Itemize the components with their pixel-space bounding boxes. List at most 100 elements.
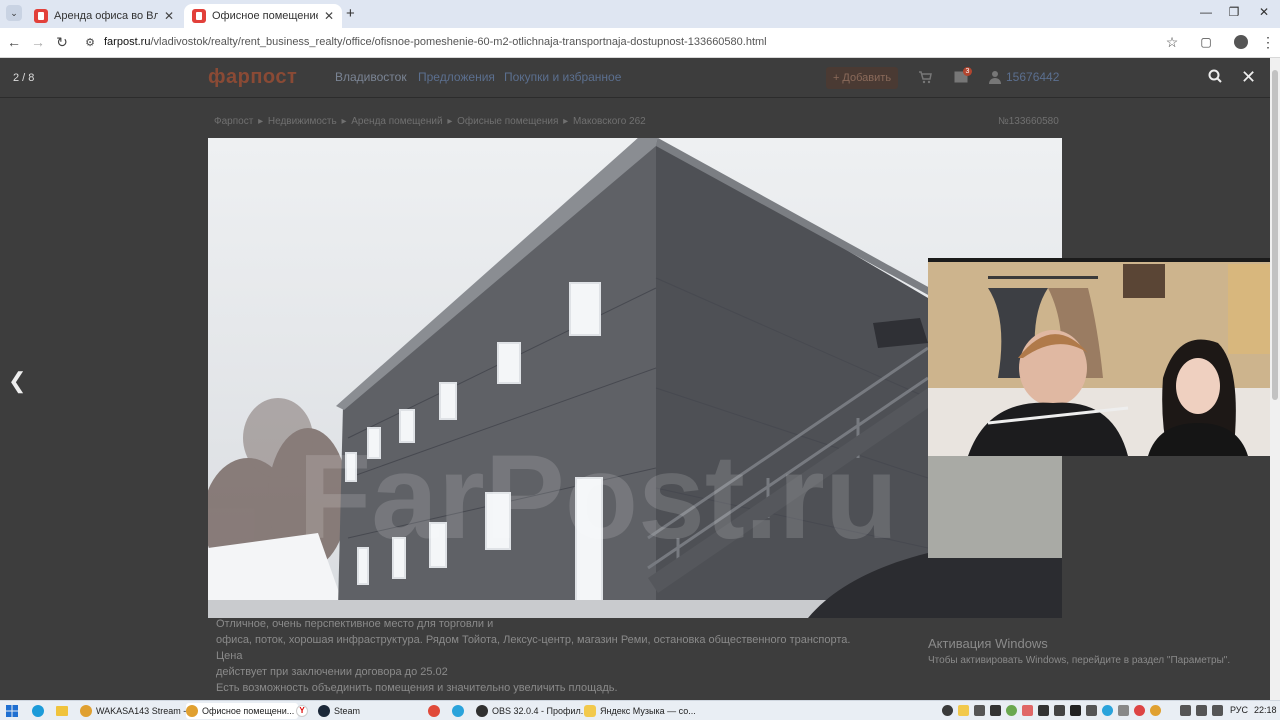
tray-icon-6[interactable] bbox=[1022, 705, 1033, 716]
browser-tab-1[interactable]: Аренда офиса во Владивосто ✕ bbox=[26, 4, 182, 28]
tray-icon-3[interactable] bbox=[974, 705, 985, 716]
forward-icon[interactable]: → bbox=[30, 34, 46, 50]
breadcrumb-item[interactable]: Офисные помещения bbox=[457, 116, 558, 127]
yandex-browser-icon[interactable]: Y bbox=[296, 705, 308, 717]
breadcrumb-separator-icon: ▸ bbox=[255, 116, 266, 127]
new-tab-button[interactable]: + bbox=[346, 5, 355, 22]
taskbar-app-stream[interactable]: WAKASA143 Stream -... bbox=[80, 703, 194, 719]
restore-icon[interactable]: ❐ bbox=[1224, 5, 1244, 19]
tab-title: Аренда офиса во Владивосто bbox=[54, 10, 158, 22]
address-bar-row: ← → ↻ ⚙ farpost.ru/vladivostok/realty/re… bbox=[0, 28, 1280, 58]
url-path: /vladivostok/realty/rent_business_realty… bbox=[150, 36, 767, 48]
taskbar-app-browser-active[interactable]: Офисное помещени... bbox=[186, 703, 299, 719]
close-window-icon[interactable]: ✕ bbox=[1254, 5, 1274, 19]
description-line: офиса, поток, хорошая инфраструктура. Ря… bbox=[216, 634, 851, 662]
taskbar-app-steam[interactable]: Steam bbox=[318, 703, 360, 719]
profile-avatar[interactable] bbox=[1234, 35, 1248, 49]
activation-title: Активация Windows bbox=[928, 636, 1048, 651]
steam-icon bbox=[318, 705, 330, 717]
reload-icon[interactable]: ↻ bbox=[54, 34, 70, 51]
breadcrumb-item[interactable]: Аренда помещений bbox=[351, 116, 442, 127]
tray-icon-4[interactable] bbox=[990, 705, 1001, 716]
breadcrumb-separator-icon: ▸ bbox=[444, 116, 456, 127]
edge-icon[interactable] bbox=[32, 705, 44, 717]
user-id[interactable]: 15676442 bbox=[1006, 70, 1059, 84]
breadcrumb: Фарпост ▸ Недвижимость ▸ Аренда помещени… bbox=[214, 116, 648, 127]
breadcrumb-item[interactable]: Фарпост bbox=[214, 116, 253, 127]
description-line: Отличное, очень перспективное место для … bbox=[216, 618, 494, 630]
listing-description: Отличное, очень перспективное место для … bbox=[216, 616, 876, 696]
back-icon[interactable]: ← bbox=[6, 34, 22, 50]
tab-title: Офисное помещение 60 м2 - bbox=[212, 10, 318, 22]
city-selector[interactable]: Владивосток bbox=[335, 70, 407, 84]
farpost-favicon-icon bbox=[34, 9, 48, 23]
tray-icon-14[interactable] bbox=[1150, 705, 1161, 716]
nav-offers[interactable]: Предложения bbox=[418, 70, 495, 84]
tray-icon-9[interactable] bbox=[1070, 705, 1081, 716]
webcam-overlay bbox=[928, 258, 1280, 456]
taskbar-app-label: WAKASA143 Stream -... bbox=[96, 706, 194, 716]
user-icon[interactable] bbox=[989, 70, 1001, 84]
ad-number: №133660580 bbox=[998, 116, 1059, 127]
tray-icon-7[interactable] bbox=[1038, 705, 1049, 716]
url-domain: farpost.ru bbox=[104, 36, 151, 48]
browser-menu-icon[interactable]: ⋮ bbox=[1260, 34, 1276, 51]
taskbar-app-label: Яндекс Музыка — со... bbox=[600, 706, 696, 716]
previous-photo-chevron-icon[interactable]: ❮ bbox=[8, 368, 26, 394]
add-listing-button[interactable]: + Добавить bbox=[826, 67, 898, 89]
close-tab-icon[interactable]: ✕ bbox=[324, 9, 334, 23]
page-scrollbar[interactable] bbox=[1270, 58, 1280, 700]
taskbar-app-label: OBS 32.0.4 - Профил... bbox=[492, 706, 589, 716]
minimize-icon[interactable]: — bbox=[1196, 5, 1216, 19]
extensions-icon[interactable]: ▢ bbox=[1198, 35, 1214, 49]
site-logo[interactable]: фарпост bbox=[208, 66, 297, 89]
close-viewer-icon[interactable]: ✕ bbox=[1241, 67, 1256, 88]
file-explorer-icon[interactable] bbox=[56, 706, 68, 716]
obs-icon bbox=[476, 705, 488, 717]
tray-icon-12[interactable] bbox=[1118, 705, 1129, 716]
volume-icon[interactable] bbox=[1196, 705, 1207, 716]
tray-icon-11[interactable] bbox=[1102, 705, 1113, 716]
tab-list-dropdown[interactable]: ⌄ bbox=[6, 5, 22, 21]
bookmark-star-icon[interactable]: ☆ bbox=[1164, 34, 1180, 51]
chrome-icon bbox=[186, 705, 198, 717]
messages-badge: 3 bbox=[963, 67, 972, 76]
battery-icon[interactable] bbox=[1212, 705, 1223, 716]
network-icon[interactable] bbox=[1180, 705, 1191, 716]
tray-icon-13[interactable] bbox=[1134, 705, 1145, 716]
site-header: 2 / 8 фарпост Владивосток Предложения По… bbox=[0, 58, 1270, 98]
breadcrumb-item[interactable]: Недвижимость bbox=[268, 116, 337, 127]
description-line: действует при заключении договора до 25.… bbox=[216, 666, 448, 678]
activation-subtitle: Чтобы активировать Windows, перейдите в … bbox=[928, 655, 1231, 666]
cart-icon[interactable] bbox=[918, 71, 932, 84]
taskbar-app-yandex-music[interactable]: Яндекс Музыка — со... bbox=[584, 703, 696, 719]
description-line: Есть возможность объединить помещения и … bbox=[216, 682, 618, 694]
breadcrumb-separator-icon: ▸ bbox=[560, 116, 571, 127]
clock[interactable]: 22:18 bbox=[1254, 705, 1277, 715]
close-tab-icon[interactable]: ✕ bbox=[164, 9, 174, 23]
search-icon[interactable] bbox=[1208, 69, 1222, 83]
site-info-icon[interactable]: ⚙ bbox=[82, 36, 98, 49]
tray-icon-2[interactable] bbox=[958, 705, 969, 716]
yandex-music-icon bbox=[584, 705, 596, 717]
telegram-icon[interactable] bbox=[452, 705, 464, 717]
nav-purchases[interactable]: Покупки и избранное bbox=[504, 70, 621, 84]
windows-start-icon[interactable] bbox=[6, 705, 18, 717]
url-field[interactable]: farpost.ru/vladivostok/realty/rent_busin… bbox=[104, 36, 767, 48]
tray-icon-1[interactable] bbox=[942, 705, 953, 716]
tray-icon-8[interactable] bbox=[1054, 705, 1065, 716]
farpost-favicon-icon bbox=[192, 9, 206, 23]
photo-counter: 2 / 8 bbox=[13, 72, 35, 84]
page-content: 2 / 8 фарпост Владивосток Предложения По… bbox=[0, 58, 1280, 700]
breadcrumb-separator-icon: ▸ bbox=[338, 116, 350, 127]
input-language[interactable]: РУС bbox=[1230, 705, 1248, 715]
browser-tab-strip: ⌄ Аренда офиса во Владивосто ✕ Офисное п… bbox=[0, 0, 1280, 28]
tray-icon-10[interactable] bbox=[1086, 705, 1097, 716]
yandex-music-small-icon[interactable] bbox=[428, 705, 440, 717]
scrollbar-thumb[interactable] bbox=[1272, 70, 1278, 400]
browser-tab-2-active[interactable]: Офисное помещение 60 м2 - ✕ bbox=[184, 4, 342, 28]
taskbar-app-obs[interactable]: OBS 32.0.4 - Профил... bbox=[476, 703, 588, 719]
tray-icon-5[interactable] bbox=[1006, 705, 1017, 716]
breadcrumb-item: Маковского 262 bbox=[572, 116, 646, 127]
taskbar-app-label: Steam bbox=[334, 706, 361, 716]
